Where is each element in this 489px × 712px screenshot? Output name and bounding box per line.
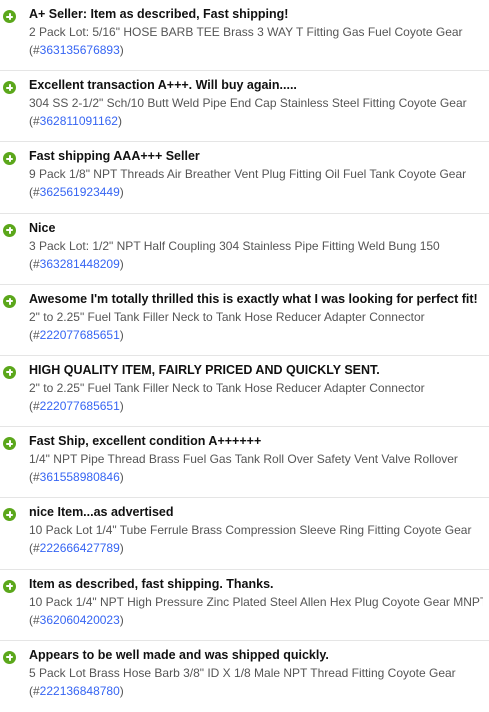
item-id-close: ) — [119, 541, 124, 556]
feedback-item: Fast Ship, excellent condition A++++++ 1/… — [0, 427, 489, 499]
plus-circle-icon — [3, 294, 16, 308]
item-id-line: (#363281448209) — [29, 256, 483, 273]
item-title: 3 Pack Lot: 1/2" NPT Half Coupling 304 S… — [29, 238, 440, 253]
item-id-close: ) — [119, 612, 124, 627]
plus-circle-icon — [3, 10, 16, 23]
item-id-open: (# — [29, 683, 40, 698]
item-number-link[interactable]: 222077685651 — [40, 399, 120, 413]
item-id-open: (# — [29, 470, 40, 485]
item-title: 10 Pack 1/4" NPT High Pressure Zinc Plat… — [29, 594, 483, 609]
item-id-line: (#222077685651) — [29, 398, 483, 415]
feedback-comment: Appears to be well made and was shipped … — [29, 647, 329, 662]
feedback-comment: Excellent transaction A+++. Will buy aga… — [29, 78, 297, 93]
item-id-open: (# — [29, 43, 40, 57]
item-number-link[interactable]: 363135676893 — [40, 43, 120, 57]
item-id-close: ) — [119, 470, 124, 485]
item-title: 2" to 2.25" Fuel Tank Filler Neck to Tan… — [29, 309, 425, 324]
plus-circle-icon — [3, 223, 16, 237]
feedback-comment: Fast Ship, excellent condition A++++++ — [29, 434, 262, 449]
item-id-line: (#222077685651) — [29, 327, 483, 344]
item-id-line: (#222666427789) — [29, 540, 483, 557]
item-id-close: ) — [119, 185, 124, 200]
item-id-line: (#362561923449) — [29, 184, 483, 201]
item-id-close: ) — [119, 327, 124, 342]
feedback-item: HIGH QUALITY ITEM, FAIRLY PRICED AND QUI… — [0, 356, 489, 428]
item-id-open: (# — [29, 114, 40, 129]
feedback-item: Awesome I'm totally thrilled this is exa… — [0, 285, 489, 356]
item-id-close: ) — [119, 398, 124, 413]
feedback-comment: Fast shipping AAA+++ Seller — [29, 149, 200, 164]
feedback-item: Fast shipping AAA+++ Seller 9 Pack 1/8" N… — [0, 142, 489, 214]
item-number-link[interactable]: 362811091162 — [40, 114, 118, 128]
item-id-close: ) — [119, 43, 124, 57]
plus-circle-icon — [3, 152, 16, 166]
item-id-line: (#362060420023) — [29, 612, 483, 629]
plus-circle-icon — [3, 365, 16, 379]
feedback-comment: HIGH QUALITY ITEM, FAIRLY PRICED AND QUI… — [29, 362, 380, 377]
item-title: 9 Pack 1/8" NPT Threads Air Breather Ven… — [29, 167, 467, 182]
item-number-link[interactable]: 362561923449 — [40, 185, 120, 199]
plus-circle-icon — [3, 437, 16, 451]
feedback-list: A+ Seller: Item as described, Fast shipp… — [0, 0, 489, 712]
feedback-item: Item as described, fast shipping. Thanks… — [0, 570, 489, 641]
item-number-link[interactable]: 363281448209 — [40, 257, 120, 271]
plus-circle-icon — [3, 81, 16, 95]
item-number-link[interactable]: 222136848780 — [40, 684, 120, 698]
item-id-open: (# — [29, 327, 40, 342]
plus-circle-icon — [3, 650, 16, 664]
item-id-open: (# — [29, 398, 40, 413]
feedback-comment: Nice — [29, 220, 56, 235]
item-number-link[interactable]: 222666427789 — [40, 541, 120, 555]
item-id-open: (# — [29, 185, 40, 200]
feedback-item: Nice 3 Pack Lot: 1/2" NPT Half Coupling 3… — [0, 214, 489, 285]
feedback-comment: nice Item...as advertised — [29, 505, 174, 520]
item-title: 2 Pack Lot: 5/16" HOSE BARB TEE Brass 3 … — [29, 25, 463, 39]
item-title: 5 Pack Lot Brass Hose Barb 3/8" ID X 1/8… — [29, 665, 456, 680]
feedback-item: nice Item...as advertised 10 Pack Lot 1/4… — [0, 498, 489, 570]
item-id-line: (#361558980846) — [29, 469, 483, 486]
feedback-comment: A+ Seller: Item as described, Fast shipp… — [29, 7, 289, 21]
item-number-link[interactable]: 361558980846 — [40, 470, 120, 484]
item-number-link[interactable]: 222077685651 — [40, 328, 120, 342]
item-id-open: (# — [29, 612, 40, 627]
item-title: 304 SS 2-1/2" Sch/10 Butt Weld Pipe End … — [29, 96, 467, 111]
item-id-open: (# — [29, 541, 40, 556]
item-id-line: (#222136848780) — [29, 683, 483, 700]
feedback-comment: Item as described, fast shipping. Thanks… — [29, 576, 274, 591]
feedback-item: Excellent transaction A+++. Will buy aga… — [0, 71, 489, 143]
item-id-open: (# — [29, 256, 40, 271]
feedback-item: A+ Seller: Item as described, Fast shipp… — [0, 0, 489, 72]
item-id-close: ) — [117, 114, 122, 129]
item-id-line: (#363135676893) — [29, 42, 483, 59]
item-id-line: (#362811091162) — [29, 113, 483, 130]
item-title: 10 Pack Lot 1/4" Tube Ferrule Brass Comp… — [29, 523, 472, 538]
plus-circle-icon — [3, 579, 16, 593]
item-title: 2" to 2.25" Fuel Tank Filler Neck to Tan… — [29, 380, 425, 395]
feedback-comment: Awesome I'm totally thrilled this is exa… — [29, 291, 478, 306]
item-title: 1/4" NPT Pipe Thread Brass Fuel Gas Tank… — [29, 452, 458, 467]
item-id-close: ) — [119, 256, 124, 271]
item-number-link[interactable]: 362060420023 — [40, 613, 120, 627]
feedback-item: Appears to be well made and was shipped … — [0, 641, 489, 712]
plus-circle-icon — [3, 508, 16, 522]
item-id-close: ) — [119, 683, 124, 698]
